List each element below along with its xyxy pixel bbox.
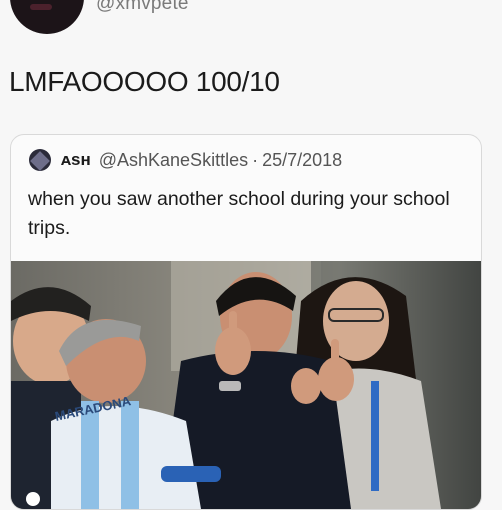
quoted-photo[interactable]: MARADONA [11,261,481,509]
poster-handle[interactable]: @xmvpete [96,0,189,15]
photo-illustration: MARADONA [11,261,481,509]
separator-dot: · [252,149,259,170]
quoted-tweet-card[interactable]: ᴀsʜ @AshKaneSkittles · 25/7/2018 when yo… [10,134,482,510]
quoted-avatar[interactable] [29,149,51,171]
tweet-text: LMFAOOOOO 100/10 [9,66,280,97]
quoted-date[interactable]: 25/7/2018 [262,150,342,171]
quoted-display-name[interactable]: ᴀsʜ [61,150,91,170]
quoted-tweet-text: when you saw another school during your … [28,188,450,239]
quoted-handle[interactable]: @AshKaneSkittles [99,150,248,171]
poster-avatar[interactable] [10,0,84,34]
quoted-tweet-header: ᴀsʜ @AshKaneSkittles · 25/7/2018 [29,149,342,171]
